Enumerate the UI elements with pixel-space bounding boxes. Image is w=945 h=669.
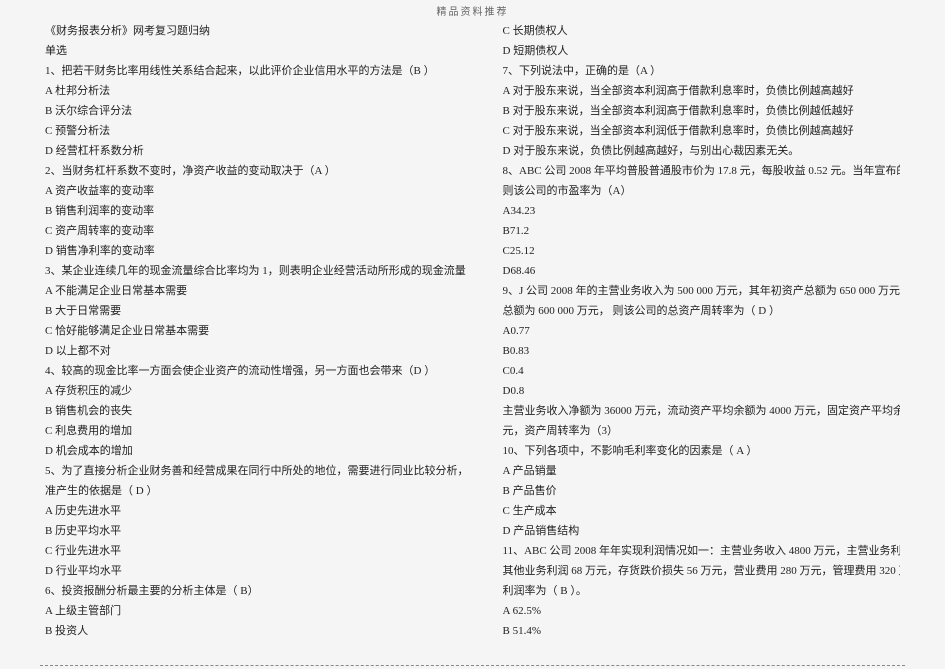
text-line: C 资产周转率的变动率 (45, 221, 468, 241)
text-line: C 长期债权人 (503, 21, 901, 41)
text-line: D 机会成本的增加 (45, 441, 468, 461)
text-line: A 杜邦分析法 (45, 81, 468, 101)
header-banner: 精品资料推荐 (0, 0, 945, 21)
text-line: 8、ABC 公司 2008 年平均普股普通股市价为 17.8 元，每股收益 0.… (503, 161, 901, 181)
text-line: D 以上都不对 (45, 341, 468, 361)
text-line: 准产生的依据是（ D ） (45, 481, 468, 501)
text-line: B 大于日常需要 (45, 301, 468, 321)
text-line: 3、某企业连续几年的现金流量综合比率均为 1，则表明企业经营活动所形成的现金流量… (45, 261, 468, 281)
text-line: A 对于股东来说，当全部资本利润高于借款利息率时，负债比例越高越好 (503, 81, 901, 101)
text-line: 5、为了直接分析企业财务善和经营成果在同行中所处的地位，需要进行同业比较分析，其… (45, 461, 468, 481)
text-line: B0.83 (503, 341, 901, 361)
text-line: A 上级主管部门 (45, 601, 468, 621)
text-line: A0.77 (503, 321, 901, 341)
text-line: A 产品销量 (503, 461, 901, 481)
text-line: D 产品销售结构 (503, 521, 901, 541)
text-line: C 预警分析法 (45, 121, 468, 141)
text-line: A 不能满足企业日常基本需要 (45, 281, 468, 301)
text-line: 总额为 600 000 万元， 则该公司的总资产周转率为（ D ） (503, 301, 901, 321)
text-line: B71.2 (503, 221, 901, 241)
left-column: 《财务报表分析》网考复习题归纳单选1、把若干财务比率用线性关系结合起来，以此评价… (40, 21, 473, 641)
text-line: C 生产成本 (503, 501, 901, 521)
text-line: 单选 (45, 41, 468, 61)
text-line: D0.8 (503, 381, 901, 401)
text-line: B 投资人 (45, 621, 468, 641)
text-line: 则该公司的市盈率为（A） (503, 181, 901, 201)
text-line: D 经营杠杆系数分析 (45, 141, 468, 161)
text-line: 其他业务利润 68 万元，存货跌价损失 56 万元，营业费用 280 万元，管理… (503, 561, 901, 581)
text-line: B 销售利润率的变动率 (45, 201, 468, 221)
text-line: B 对于股东来说，当全部资本利润高于借款利息率时，负债比例越低越好 (503, 101, 901, 121)
text-line: A 资产收益率的变动率 (45, 181, 468, 201)
text-line: C 恰好能够满足企业日常基本需要 (45, 321, 468, 341)
document-body: 《财务报表分析》网考复习题归纳单选1、把若干财务比率用线性关系结合起来，以此评价… (0, 21, 945, 651)
text-line: 7、下列说法中，正确的是（A ） (503, 61, 901, 81)
text-line: 利润率为（ B ）。 (503, 581, 901, 601)
text-line: B 51.4% (503, 621, 901, 641)
text-line: A 存货积压的减少 (45, 381, 468, 401)
right-column: C 长期债权人D 短期债权人7、下列说法中，正确的是（A ）A 对于股东来说，当… (473, 21, 906, 641)
text-line: 主营业务收入净额为 36000 万元，流动资产平均余额为 4000 万元，固定资… (503, 401, 901, 421)
text-line: D 销售净利率的变动率 (45, 241, 468, 261)
text-line: B 历史平均水平 (45, 521, 468, 541)
text-line: B 销售机会的丧失 (45, 401, 468, 421)
text-line: B 沃尔综合评分法 (45, 101, 468, 121)
text-line: D 行业平均水平 (45, 561, 468, 581)
text-line: D68.46 (503, 261, 901, 281)
footer-divider (40, 665, 905, 666)
text-line: C 对于股东来说，当全部资本利润低于借款利息率时，负债比例越高越好 (503, 121, 901, 141)
text-line: D 对于股东来说，负债比例越高越好，与别出心裁因素无关。 (503, 141, 901, 161)
text-line: C 行业先进水平 (45, 541, 468, 561)
text-line: 《财务报表分析》网考复习题归纳 (45, 21, 468, 41)
text-line: 6、投资报酬分析最主要的分析主体是（ B） (45, 581, 468, 601)
text-line: 4、较高的现金比率一方面会使企业资产的流动性增强，另一方面也会带来（D ） (45, 361, 468, 381)
text-line: C0.4 (503, 361, 901, 381)
text-line: D 短期债权人 (503, 41, 901, 61)
text-line: C25.12 (503, 241, 901, 261)
text-line: C 利息费用的增加 (45, 421, 468, 441)
text-line: 11、ABC 公司 2008 年年实现利润情况如一：主营业务收入 4800 万元… (503, 541, 901, 561)
text-line: 10、下列各项中，不影响毛利率变化的因素是（ A ） (503, 441, 901, 461)
text-line: B 产品售价 (503, 481, 901, 501)
text-line: 1、把若干财务比率用线性关系结合起来，以此评价企业信用水平的方法是（B ） (45, 61, 468, 81)
text-line: A34.23 (503, 201, 901, 221)
text-line: 9、J 公司 2008 年的主营业务收入为 500 000 万元，其年初资产总额… (503, 281, 901, 301)
text-line: A 历史先进水平 (45, 501, 468, 521)
text-line: 元，资产周转率为（3） (503, 421, 901, 441)
text-line: A 62.5% (503, 601, 901, 621)
text-line: 2、当财务杠杆系数不变时，净资产收益的变动取决于（A ） (45, 161, 468, 181)
